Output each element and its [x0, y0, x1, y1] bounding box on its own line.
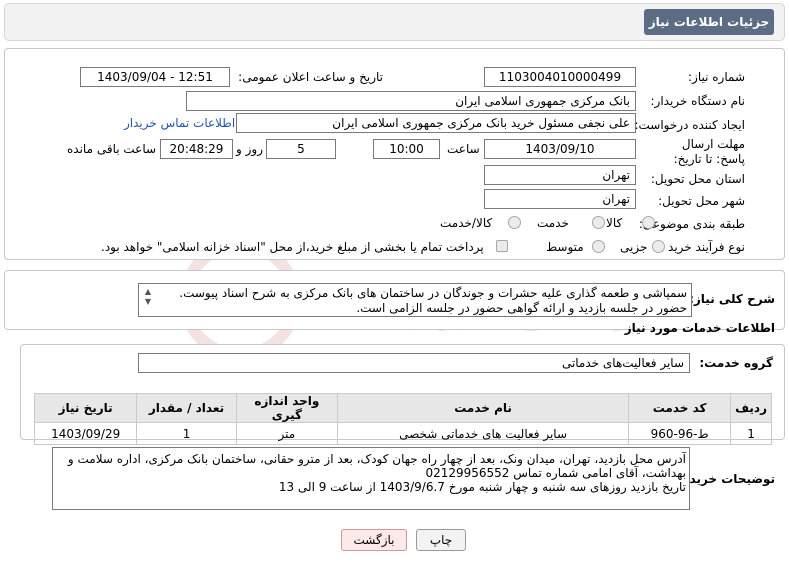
description-label: شرح کلی نیاز: [689, 292, 775, 306]
category-goods-service-radio[interactable] [508, 216, 521, 229]
back-button[interactable]: بازگشت [341, 529, 407, 551]
requester-field: علی نجفی مسئول خرید بانک مرکزی جمهوری اس… [236, 113, 636, 133]
time-remaining-field: 20:48:29 [160, 139, 233, 159]
treasury-payment-note: پرداخت تمام یا بخشی از مبلغ خرید،از محل … [101, 240, 484, 254]
buyer-contact-link[interactable]: اطلاعات تماس خریدار [124, 116, 235, 130]
time-remaining-label: ساعت باقی مانده [67, 142, 157, 156]
services-table-header: تاریخ نیاز تعداد / مقدار واحد اندازه گیر… [33, 393, 772, 423]
cell-qty: 1 [136, 422, 237, 445]
category-goods-service-label: کالا/خدمت [440, 216, 493, 230]
cell-row: 1 [730, 422, 772, 445]
col-qty-header: تعداد / مقدار [136, 393, 237, 423]
table-row: 1403/09/29 1 متر سایر فعالیت های خدماتی … [33, 422, 772, 445]
buyer-org-label: نام دستگاه خریدار: [650, 94, 746, 108]
buyer-notes-line-1: آدرس محل بازدید، تهران، میدان ونک، بعد ا… [67, 452, 686, 466]
buyer-notes-line-3: تاریخ بازدید روزهای سه شنبه و چهار شنبه … [278, 480, 686, 494]
city-field: تهران [484, 189, 636, 209]
cell-code: ط-96-960 [628, 422, 732, 445]
col-name-header: نام خدمت [337, 393, 630, 423]
service-group-field: سایر فعالیت‌های خدماتی [138, 353, 690, 373]
category-goods-radio[interactable] [642, 216, 655, 229]
col-date-header: تاریخ نیاز [33, 393, 138, 423]
category-service-radio[interactable] [592, 216, 605, 229]
announce-datetime-field: 1403/09/04 - 12:51 [80, 67, 230, 87]
process-medium-radio[interactable] [592, 240, 605, 253]
deadline-date-field: 1403/09/10 [484, 139, 636, 159]
city-label: شهر محل تحویل: [658, 194, 745, 208]
treasury-payment-checkbox[interactable] [496, 240, 508, 252]
services-table: تاریخ نیاز تعداد / مقدار واحد اندازه گیر… [33, 393, 772, 445]
services-table-wrap: تاریخ نیاز تعداد / مقدار واحد اندازه گیر… [33, 393, 772, 445]
buyer-notes-box: آدرس محل بازدید، تهران، میدان ونک، بعد ا… [52, 447, 690, 510]
province-field: تهران [484, 165, 636, 185]
service-group-label: گروه خدمت: [699, 356, 773, 370]
province-label: استان محل تحویل: [650, 172, 745, 186]
services-section-title: اطلاعات خدمات مورد نیاز [624, 321, 775, 335]
days-remaining-field: 5 [266, 139, 336, 159]
col-code-header: کد خدمت [628, 393, 732, 423]
cell-name: سایر فعالیت های خدماتی شخصی [337, 422, 630, 445]
days-label: روز و [236, 142, 263, 156]
process-partial-label: جزیی [620, 240, 648, 254]
description-textarea[interactable]: سمپاشی و طعمه گذاری علیه حشرات و جوندگان… [138, 283, 692, 317]
description-line-2: حضور در جلسه بازدید و ارائه گواهی حضور د… [356, 301, 687, 315]
col-row-header: ردیف [730, 393, 772, 423]
buyer-org-field: بانک مرکزی جمهوری اسلامی ایران [186, 91, 636, 111]
description-line-1: سمپاشی و طعمه گذاری علیه حشرات و جوندگان… [179, 286, 687, 300]
deadline-time-label: ساعت [447, 142, 480, 156]
need-number-label: شماره نیاز: [688, 70, 745, 84]
print-button[interactable]: چاپ [416, 529, 466, 551]
page-title: جزئیات اطلاعات نیاز [644, 9, 774, 35]
process-partial-radio[interactable] [652, 240, 665, 253]
header-bar: جزئیات اطلاعات نیاز [4, 3, 785, 41]
textarea-scroll-arrows-icon[interactable]: ▲ ▼ [142, 287, 154, 307]
need-number-field: 1103004010000499 [484, 67, 636, 87]
buyer-notes-line-2: بهداشت، آقای امامی شماره تماس 0212995655… [425, 466, 686, 480]
category-goods-label: کالا [606, 216, 623, 230]
requester-label: ایجاد کننده درخواست: [634, 118, 745, 132]
deadline-time-field: 10:00 [373, 139, 440, 159]
process-medium-label: متوسط [546, 240, 584, 254]
announce-datetime-label: تاریخ و ساعت اعلان عمومی: [238, 70, 383, 84]
col-unit-header: واحد اندازه گیری [235, 393, 339, 423]
cell-unit: متر [235, 422, 339, 445]
category-service-label: خدمت [537, 216, 569, 230]
process-type-label: نوع فرآیند خرید : [660, 240, 745, 254]
cell-date: 1403/09/29 [33, 422, 138, 445]
deadline-label-line1: مهلت ارسال پاسخ: تا تاریخ: [673, 137, 745, 166]
